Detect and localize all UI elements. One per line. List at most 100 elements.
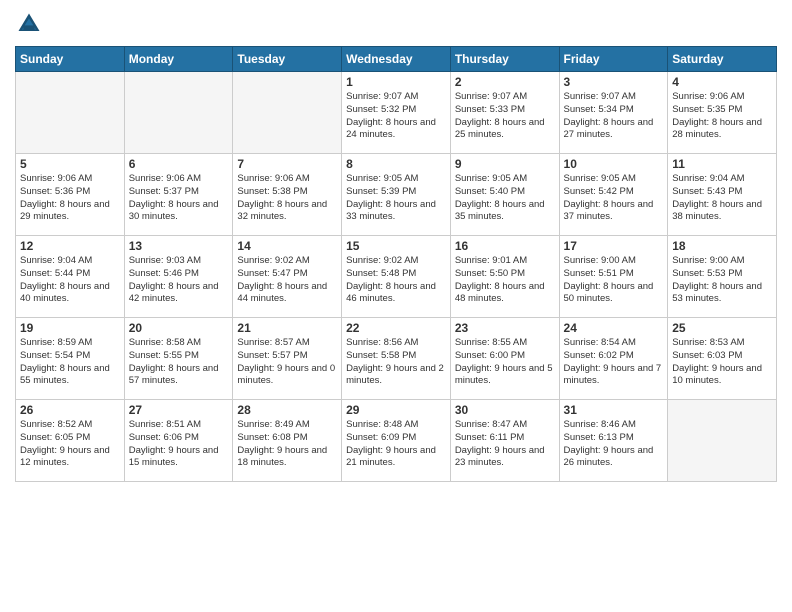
day-number: 10	[564, 157, 664, 171]
calendar-table: SundayMondayTuesdayWednesdayThursdayFrid…	[15, 46, 777, 482]
day-number: 17	[564, 239, 664, 253]
day-cell: 28Sunrise: 8:49 AM Sunset: 6:08 PM Dayli…	[233, 400, 342, 482]
day-info: Sunrise: 9:04 AM Sunset: 5:43 PM Dayligh…	[672, 173, 772, 224]
day-number: 3	[564, 75, 664, 89]
day-number: 28	[237, 403, 337, 417]
day-number: 15	[346, 239, 446, 253]
day-cell: 19 Sunrise: 8:59 AM Sunset: 5:54 PM Dayli…	[16, 318, 125, 400]
day-cell	[233, 72, 342, 154]
day-number: 13	[129, 239, 229, 253]
day-number: 24	[564, 321, 664, 335]
day-info: Sunrise: 8:56 AM Sunset: 5:58 PM Dayligh…	[346, 337, 446, 388]
header-row: SundayMondayTuesdayWednesdayThursdayFrid…	[16, 47, 777, 72]
day-info: Sunrise: 9:00 AM Sunset: 5:53 PM Dayligh…	[672, 255, 772, 306]
day-info: Sunrise: 8:53 AM Sunset: 6:03 PM Dayligh…	[672, 337, 772, 388]
header-cell-sunday: Sunday	[16, 47, 125, 72]
day-cell: 20 Sunrise: 8:58 AM Sunset: 5:55 PM Dayli…	[124, 318, 233, 400]
day-info: Sunrise: 9:06 AM Sunset: 5:37 PM Dayligh…	[129, 173, 229, 224]
day-cell: 25 Sunrise: 8:53 AM Sunset: 6:03 PM Dayli…	[668, 318, 777, 400]
day-info: Sunrise: 8:57 AM Sunset: 5:57 PM Dayligh…	[237, 337, 337, 388]
day-info: Sunrise: 8:58 AM Sunset: 5:55 PM Dayligh…	[129, 337, 229, 388]
week-row-1: 5 Sunrise: 9:06 AM Sunset: 5:36 PM Daylig…	[16, 154, 777, 236]
day-cell	[124, 72, 233, 154]
day-cell: 7 Sunrise: 9:06 AM Sunset: 5:38 PM Daylig…	[233, 154, 342, 236]
day-number: 23	[455, 321, 555, 335]
day-number: 4	[672, 75, 772, 89]
day-info: Sunrise: 9:03 AM Sunset: 5:46 PM Dayligh…	[129, 255, 229, 306]
day-number: 11	[672, 157, 772, 171]
calendar-body: 1Sunrise: 9:07 AM Sunset: 5:32 PM Daylig…	[16, 72, 777, 482]
day-number: 8	[346, 157, 446, 171]
day-info: Sunrise: 9:00 AM Sunset: 5:51 PM Dayligh…	[564, 255, 664, 306]
day-cell	[668, 400, 777, 482]
day-cell: 21 Sunrise: 8:57 AM Sunset: 5:57 PM Dayli…	[233, 318, 342, 400]
day-info: Sunrise: 8:59 AM Sunset: 5:54 PM Dayligh…	[20, 337, 120, 388]
day-cell: 15 Sunrise: 9:02 AM Sunset: 5:48 PM Dayli…	[342, 236, 451, 318]
day-cell: 24 Sunrise: 8:54 AM Sunset: 6:02 PM Dayli…	[559, 318, 668, 400]
week-row-3: 19 Sunrise: 8:59 AM Sunset: 5:54 PM Dayli…	[16, 318, 777, 400]
day-cell: 6 Sunrise: 9:06 AM Sunset: 5:37 PM Daylig…	[124, 154, 233, 236]
day-number: 12	[20, 239, 120, 253]
day-cell: 13 Sunrise: 9:03 AM Sunset: 5:46 PM Dayli…	[124, 236, 233, 318]
day-cell: 1Sunrise: 9:07 AM Sunset: 5:32 PM Daylig…	[342, 72, 451, 154]
day-info: Sunrise: 9:06 AM Sunset: 5:36 PM Dayligh…	[20, 173, 120, 224]
day-number: 5	[20, 157, 120, 171]
day-info: Sunrise: 9:02 AM Sunset: 5:47 PM Dayligh…	[237, 255, 337, 306]
day-info: Sunrise: 9:06 AM Sunset: 5:38 PM Dayligh…	[237, 173, 337, 224]
day-cell: 14Sunrise: 9:02 AM Sunset: 5:47 PM Dayli…	[233, 236, 342, 318]
day-number: 29	[346, 403, 446, 417]
day-number: 31	[564, 403, 664, 417]
day-info: Sunrise: 8:52 AM Sunset: 6:05 PM Dayligh…	[20, 419, 120, 470]
day-number: 2	[455, 75, 555, 89]
day-number: 21	[237, 321, 337, 335]
day-info: Sunrise: 9:07 AM Sunset: 5:34 PM Dayligh…	[564, 91, 664, 142]
day-cell: 30 Sunrise: 8:47 AM Sunset: 6:11 PM Dayli…	[450, 400, 559, 482]
day-info: Sunrise: 8:48 AM Sunset: 6:09 PM Dayligh…	[346, 419, 446, 470]
day-number: 7	[237, 157, 337, 171]
day-cell: 11 Sunrise: 9:04 AM Sunset: 5:43 PM Dayli…	[668, 154, 777, 236]
day-info: Sunrise: 8:51 AM Sunset: 6:06 PM Dayligh…	[129, 419, 229, 470]
day-cell: 23 Sunrise: 8:55 AM Sunset: 6:00 PM Dayli…	[450, 318, 559, 400]
day-cell: 26 Sunrise: 8:52 AM Sunset: 6:05 PM Dayli…	[16, 400, 125, 482]
page-container: SundayMondayTuesdayWednesdayThursdayFrid…	[0, 0, 792, 492]
day-info: Sunrise: 8:46 AM Sunset: 6:13 PM Dayligh…	[564, 419, 664, 470]
week-row-4: 26 Sunrise: 8:52 AM Sunset: 6:05 PM Dayli…	[16, 400, 777, 482]
header-cell-thursday: Thursday	[450, 47, 559, 72]
day-info: Sunrise: 9:02 AM Sunset: 5:48 PM Dayligh…	[346, 255, 446, 306]
day-cell: 18 Sunrise: 9:00 AM Sunset: 5:53 PM Dayli…	[668, 236, 777, 318]
header-cell-friday: Friday	[559, 47, 668, 72]
day-number: 22	[346, 321, 446, 335]
day-cell: 9 Sunrise: 9:05 AM Sunset: 5:40 PM Daylig…	[450, 154, 559, 236]
day-number: 9	[455, 157, 555, 171]
day-number: 30	[455, 403, 555, 417]
day-info: Sunrise: 9:04 AM Sunset: 5:44 PM Dayligh…	[20, 255, 120, 306]
day-number: 26	[20, 403, 120, 417]
day-cell: 2Sunrise: 9:07 AM Sunset: 5:33 PM Daylig…	[450, 72, 559, 154]
day-info: Sunrise: 8:55 AM Sunset: 6:00 PM Dayligh…	[455, 337, 555, 388]
day-cell: 16 Sunrise: 9:01 AM Sunset: 5:50 PM Dayli…	[450, 236, 559, 318]
header-cell-tuesday: Tuesday	[233, 47, 342, 72]
day-number: 20	[129, 321, 229, 335]
day-cell: 4 Sunrise: 9:06 AM Sunset: 5:35 PM Daylig…	[668, 72, 777, 154]
header-cell-wednesday: Wednesday	[342, 47, 451, 72]
day-info: Sunrise: 8:54 AM Sunset: 6:02 PM Dayligh…	[564, 337, 664, 388]
day-number: 6	[129, 157, 229, 171]
week-row-0: 1Sunrise: 9:07 AM Sunset: 5:32 PM Daylig…	[16, 72, 777, 154]
day-number: 16	[455, 239, 555, 253]
logo	[15, 10, 47, 38]
day-cell: 22 Sunrise: 8:56 AM Sunset: 5:58 PM Dayli…	[342, 318, 451, 400]
day-cell: 3 Sunrise: 9:07 AM Sunset: 5:34 PM Daylig…	[559, 72, 668, 154]
header	[15, 10, 777, 38]
day-info: Sunrise: 8:47 AM Sunset: 6:11 PM Dayligh…	[455, 419, 555, 470]
day-info: Sunrise: 9:01 AM Sunset: 5:50 PM Dayligh…	[455, 255, 555, 306]
day-info: Sunrise: 9:05 AM Sunset: 5:40 PM Dayligh…	[455, 173, 555, 224]
day-info: Sunrise: 9:06 AM Sunset: 5:35 PM Dayligh…	[672, 91, 772, 142]
day-cell: 27 Sunrise: 8:51 AM Sunset: 6:06 PM Dayli…	[124, 400, 233, 482]
header-cell-monday: Monday	[124, 47, 233, 72]
day-number: 25	[672, 321, 772, 335]
logo-icon	[15, 10, 43, 38]
day-number: 18	[672, 239, 772, 253]
day-number: 27	[129, 403, 229, 417]
calendar-header: SundayMondayTuesdayWednesdayThursdayFrid…	[16, 47, 777, 72]
day-number: 19	[20, 321, 120, 335]
